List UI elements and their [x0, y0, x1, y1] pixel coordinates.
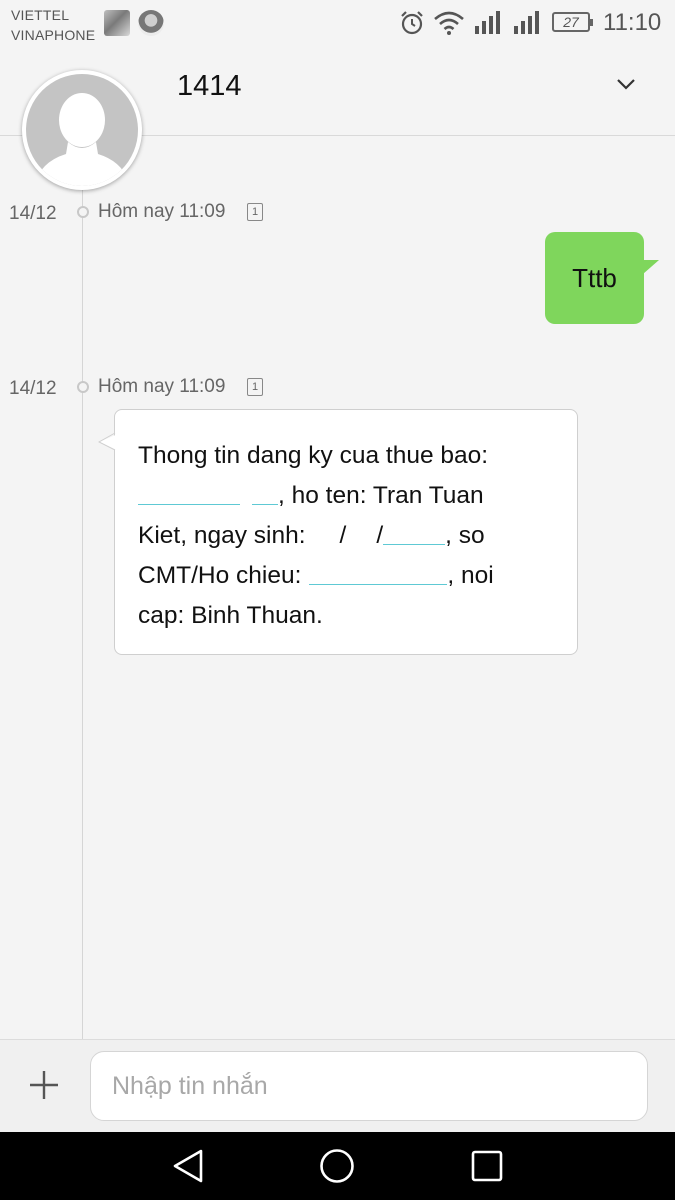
status-time: 11:10 — [603, 9, 662, 36]
contact-avatar[interactable] — [22, 70, 142, 190]
plus-icon[interactable] — [28, 1069, 60, 1101]
message-line: cap: Binh Thuan. — [138, 602, 323, 629]
message-line: , so — [445, 522, 485, 549]
alarm-icon — [401, 11, 423, 35]
sim-1-icon: 1 — [247, 378, 263, 396]
message-line: CMT/Ho chieu: — [138, 562, 302, 589]
back-icon[interactable] — [170, 1148, 206, 1184]
bubble-tail — [98, 432, 118, 451]
redacted-field — [383, 520, 446, 545]
message-time: Hôm nay 11:09 — [98, 201, 226, 222]
received-message-bubble[interactable]: Thong tin dang ky cua thue bao: , ho ten… — [114, 409, 578, 655]
message-line: , noi — [447, 562, 494, 589]
carrier-1: VIETTEL — [11, 7, 70, 23]
message-line: Thong tin dang ky cua thue bao: — [138, 442, 489, 469]
message-line: Kiet, ngay sinh: — [138, 522, 306, 549]
wifi-icon — [434, 11, 464, 35]
timeline-dot — [77, 381, 89, 393]
message-line: / — [376, 522, 384, 549]
chevron-down-icon[interactable] — [614, 76, 638, 92]
redacted-field — [138, 480, 240, 505]
message-date: 14/12 — [9, 203, 57, 224]
sent-message-bubble[interactable]: Tttb — [545, 232, 659, 324]
message-line: , ho ten: Tran Tuan — [278, 482, 484, 509]
carrier-2: VINAPHONE — [11, 27, 96, 43]
timeline-dot — [77, 206, 89, 218]
battery-icon: 27 — [552, 12, 593, 32]
timeline-line — [82, 190, 83, 1040]
message-date: 14/12 — [9, 378, 57, 399]
person-icon — [34, 93, 130, 186]
sim-1-icon: 1 — [247, 203, 263, 221]
message-input[interactable] — [90, 1051, 648, 1121]
status-bar: VIETTEL VINAPHONE 27 11:10 — [0, 0, 675, 48]
recents-icon[interactable] — [469, 1148, 505, 1184]
signal-icon — [514, 11, 539, 34]
message-composer — [0, 1039, 675, 1133]
message-time: Hôm nay 11:09 — [98, 376, 226, 397]
contact-title: 1414 — [177, 70, 242, 102]
carrier-names: VIETTEL VINAPHONE — [11, 5, 95, 45]
navigation-bar — [0, 1132, 675, 1200]
notification-icon — [104, 10, 130, 36]
message-text: Thong tin dang ky cua thue bao: , ho ten… — [138, 436, 558, 636]
redacted-field — [309, 560, 448, 585]
notification-icon — [138, 10, 164, 36]
home-icon[interactable] — [319, 1148, 355, 1184]
signal-icon — [475, 11, 500, 34]
redacted-field — [252, 480, 278, 505]
message-text: Tttb — [572, 263, 617, 293]
message-line: / — [339, 522, 347, 549]
